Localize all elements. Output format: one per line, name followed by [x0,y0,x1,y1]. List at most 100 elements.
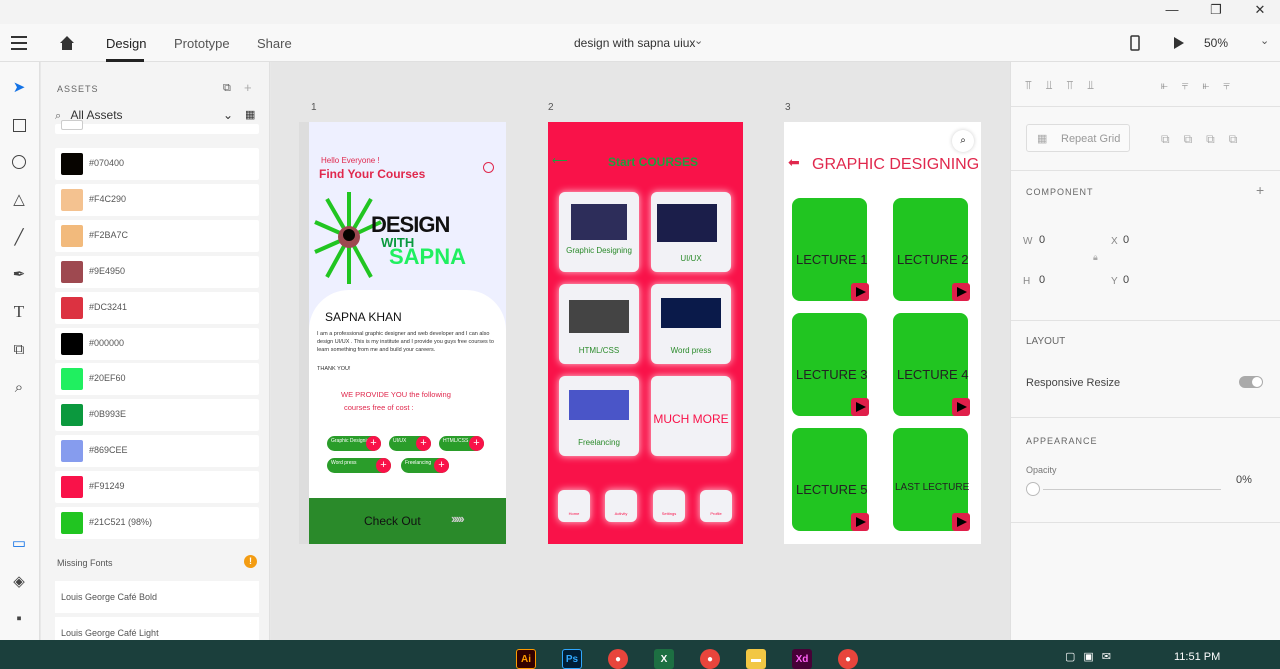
design-canvas[interactable]: 1 2 3 Hello Everyone ! Find Your Courses… [271,62,1010,640]
nav-home[interactable]: Home [558,490,590,522]
chrome-icon[interactable]: ● [700,649,720,669]
width-input[interactable]: 0 [1039,234,1045,246]
course-card[interactable]: Graphic Designing [559,192,639,272]
color-swatch-item[interactable]: #000000 [55,328,259,360]
align-vertical-icons[interactable]: ⫪⫫⫪⫫ [1025,78,1108,93]
artboard-tool-icon[interactable]: ⧉ [8,338,30,360]
color-swatch-item[interactable]: #DC3241 [55,292,259,324]
grid-view-icon[interactable]: ▦ [245,108,255,121]
plugins-icon[interactable]: ▪ [8,607,30,629]
clock[interactable]: 11:51 PM [1174,651,1220,663]
plus-icon[interactable]: + [434,458,449,473]
chrome-icon[interactable]: ● [608,649,628,669]
checkout-bar[interactable]: Check Out ››››› [309,498,506,544]
chevron-down-icon[interactable]: ⌄ [694,34,703,47]
y-input[interactable]: 0 [1123,274,1129,286]
color-swatch-item[interactable]: #F91249 [55,471,259,503]
plus-icon[interactable]: + [376,458,391,473]
color-swatch-item[interactable]: #20EF60 [55,363,259,395]
polygon-tool-icon[interactable]: △ [8,188,30,210]
minimize-icon[interactable]: — [1162,2,1182,17]
course-pill[interactable]: Freelancing + [401,458,449,473]
illustrator-icon[interactable]: Ai [516,649,536,669]
play-icon[interactable] [851,398,869,416]
photoshop-icon[interactable]: Ps [562,649,582,669]
color-swatch-item[interactable]: #F4C290 [55,184,259,216]
tab-share[interactable]: Share [257,36,292,51]
close-icon[interactable]: ✕ [1250,2,1270,18]
x-input[interactable]: 0 [1123,234,1129,246]
course-card[interactable]: Freelancing [559,376,639,456]
artboard-label[interactable]: 3 [785,102,791,113]
restore-icon[interactable]: ❐ [1206,2,1226,18]
play-icon[interactable] [952,398,970,416]
course-card[interactable]: UI/UX [651,192,731,272]
system-tray-icons[interactable]: ▢▣✉ [1065,650,1119,663]
play-icon[interactable] [851,513,869,531]
opacity-slider-track[interactable] [1043,489,1221,490]
search-icon[interactable] [483,162,494,173]
lecture-card[interactable]: LECTURE 2 [893,198,970,301]
plus-icon[interactable]: + [366,436,381,451]
chevrons-right-icon[interactable]: ››››› [451,511,465,526]
color-swatch-item[interactable]: #9E4950 [55,256,259,288]
lock-icon[interactable]: 🔒︎ [1093,252,1098,263]
layers-icon[interactable]: ◈ [8,570,30,592]
nav-settings[interactable]: Settings [653,490,685,522]
color-swatch-item[interactable]: #F2BA7C [55,220,259,252]
plus-icon[interactable]: + [416,436,431,451]
nav-activity[interactable]: Activity [605,490,637,522]
home-icon[interactable] [59,35,75,51]
course-card[interactable]: HTML/CSS [559,284,639,364]
color-swatch-item[interactable]: #0B993E [55,399,259,431]
tab-prototype[interactable]: Prototype [174,36,230,51]
lecture-card[interactable]: LECTURE 4 [893,313,970,416]
text-tool-icon[interactable]: T [8,301,30,323]
zoom-tool-icon[interactable]: ⌕ [8,376,30,398]
lecture-card[interactable]: LECTURE 5 [792,428,869,531]
course-card[interactable]: Word press [651,284,731,364]
add-asset-icon[interactable]: ⧉ [223,82,231,95]
select-tool-icon[interactable]: ➤ [8,76,30,98]
color-swatch-item[interactable]: #869CEE [55,435,259,467]
nav-profile[interactable]: Profile [700,490,732,522]
opacity-value[interactable]: 0% [1236,474,1252,486]
back-arrow-icon[interactable]: ⟵ [552,154,568,167]
course-pill[interactable]: Word press + [327,458,391,473]
excel-icon[interactable]: X [654,649,674,669]
lecture-card[interactable]: LECTURE 3 [792,313,869,416]
play-icon[interactable] [851,283,869,301]
chrome-icon[interactable]: ● [838,649,858,669]
plus-icon[interactable]: + [244,80,252,95]
plus-icon[interactable]: + [469,436,484,451]
xd-icon[interactable]: Xd [792,649,812,669]
opacity-slider-handle[interactable] [1026,482,1040,496]
pen-tool-icon[interactable]: ✒ [8,263,30,285]
zoom-level[interactable]: 50% [1204,36,1228,50]
document-title[interactable]: design with sapna uiux [574,36,695,50]
artboard-2[interactable]: ⟵ Start COURSES Graphic Designing UI/UX … [548,122,743,544]
back-arrow-icon[interactable]: ⬅ [788,154,800,171]
responsive-resize-toggle[interactable] [1239,376,1263,388]
line-tool-icon[interactable]: ╱ [8,226,30,248]
boolean-ops-icons[interactable]: ⧉⧉⧉⧉ [1161,132,1251,147]
add-component-icon[interactable]: + [1256,182,1264,198]
play-icon[interactable] [1173,36,1185,50]
height-input[interactable]: 0 [1039,274,1045,286]
file-explorer-icon[interactable]: ▬ [746,649,766,669]
artboard-label[interactable]: 2 [548,102,554,113]
zoom-chevron-icon[interactable]: ⌄ [1260,34,1269,47]
hamburger-menu-icon[interactable] [11,36,27,50]
assets-panel-icon[interactable]: ▭ [8,532,30,554]
repeat-grid-button[interactable]: ▦ Repeat Grid [1026,124,1130,152]
search-icon[interactable]: ⌕ [952,130,974,152]
play-icon[interactable] [952,283,970,301]
device-preview-icon[interactable] [1130,35,1140,51]
lecture-card[interactable]: LAST LECTURE [893,428,970,531]
ellipse-tool-icon[interactable] [8,151,30,173]
rectangle-tool-icon[interactable] [8,114,30,136]
course-pill[interactable]: HTML/CSS + [439,436,484,451]
artboard-3[interactable]: ⌕ ⬅ GRAPHIC DESIGNING LECTURE 1 LECTURE … [784,122,981,544]
color-swatch-item[interactable]: #21C521 (98%) [55,507,259,539]
artboard-label[interactable]: 1 [311,102,317,113]
